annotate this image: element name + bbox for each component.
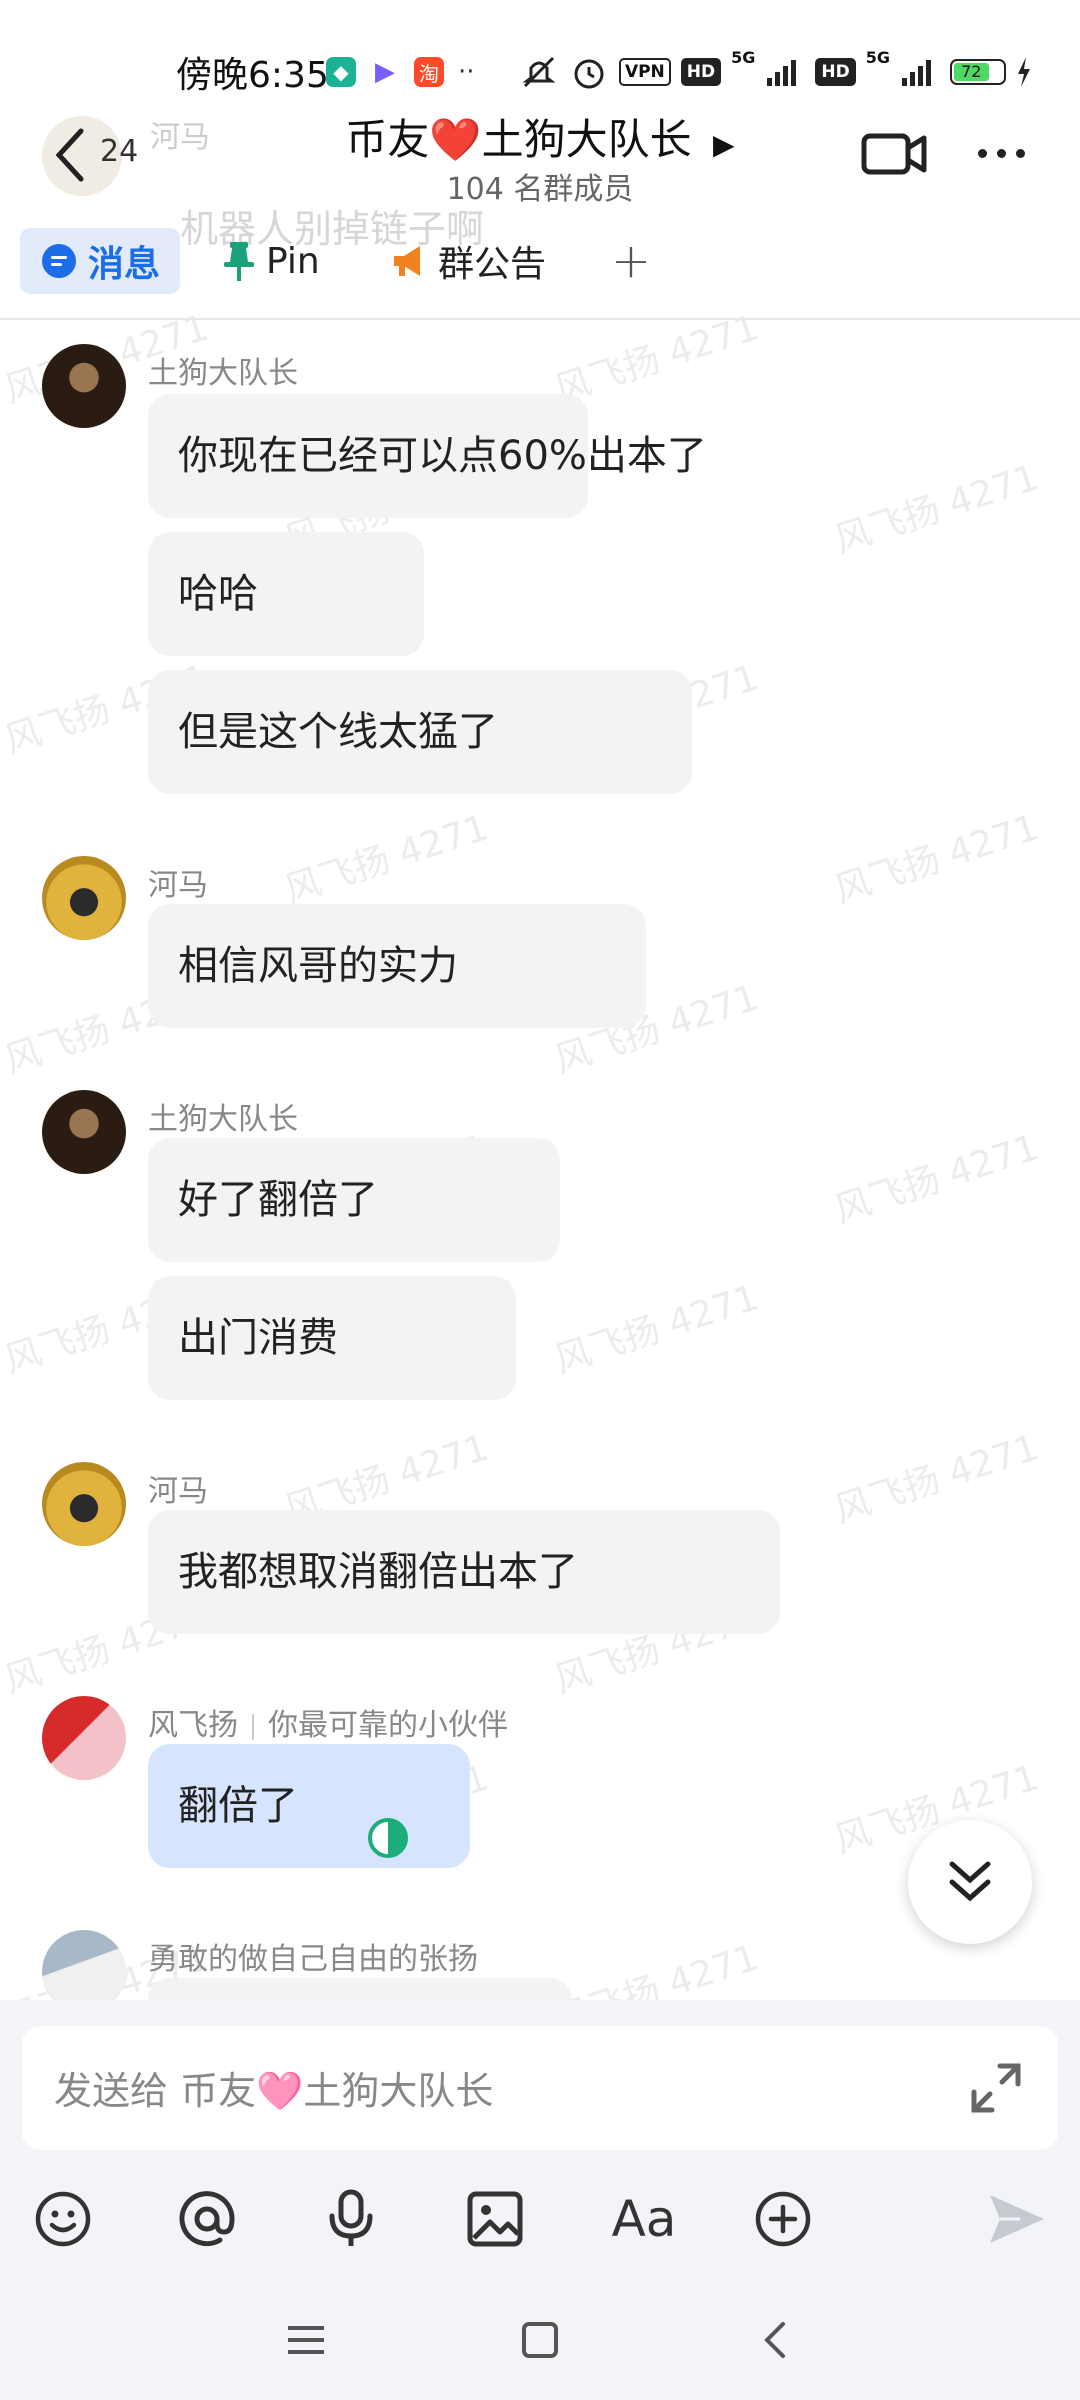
taobao-app-icon: 淘 (414, 57, 444, 87)
pin-icon (224, 242, 254, 281)
sender-name-text: 土狗大队长 (148, 356, 298, 391)
watermark-text: 风飞扬 4271 (829, 807, 1044, 912)
more-options-button[interactable] (978, 138, 1038, 168)
watermark-text: 风飞扬 4271 (829, 457, 1044, 562)
sender-name[interactable]: 河马 (148, 860, 208, 904)
vpn-icon: VPN (618, 58, 671, 86)
mention-button[interactable] (172, 2184, 242, 2254)
tab-announcements-label: 群公告 (438, 244, 547, 285)
sender-name[interactable]: 风飞扬 你最可靠的小伙伴 (148, 1700, 508, 1744)
message-bubble[interactable]: 相信风哥的实力 (148, 904, 646, 1028)
message-bubble[interactable]: 但是这个线太猛了 (148, 670, 692, 794)
text-format-button[interactable]: Aa (602, 2184, 686, 2254)
sender-name[interactable]: 勇敢的做自己自由的张扬 (148, 1934, 478, 1978)
dot (978, 148, 987, 158)
charging-icon (1018, 57, 1030, 87)
watermark-text: 风飞扬 4271 (279, 807, 494, 912)
plus-circle-icon (755, 2191, 811, 2247)
tab-messages[interactable]: 消息 (20, 228, 180, 294)
message-input-placeholder: 发送给 币友🩷土狗大队长 (54, 2069, 494, 2113)
hd-icon: HD (680, 58, 722, 86)
battery-icon: 72 (950, 59, 1006, 85)
message-bubble[interactable]: 你现在已经可以点60%出本了 (148, 394, 707, 518)
microphone-icon (329, 2189, 373, 2246)
status-right-icons: VPN HD 5G HD 5G 72 (519, 48, 1032, 96)
scroll-to-bottom-button[interactable] (908, 1820, 1032, 1944)
message-icon (41, 244, 76, 278)
hd-icon-2: HD (815, 58, 856, 86)
sender-avatar[interactable] (42, 1462, 126, 1546)
watermark-text: 风飞扬 4271 (829, 1427, 1044, 1532)
sender-name-text: 土狗大队长 (148, 1102, 298, 1137)
emoji-icon (35, 2191, 91, 2247)
menu-icon (288, 2326, 324, 2354)
tab-messages-label: 消息 (87, 244, 160, 285)
message-bubble[interactable]: 哈哈 (148, 532, 424, 656)
double-chevron-down-icon (949, 1861, 991, 1902)
dot (1016, 148, 1025, 158)
voice-button[interactable] (316, 2184, 386, 2254)
sender-name[interactable]: 河马 (148, 1466, 208, 1510)
caret-right-icon: ▶ (713, 128, 735, 161)
message-bubble[interactable]: 我都想取消翻倍出本了 (148, 1510, 780, 1634)
tab-pin[interactable]: Pin (222, 228, 320, 294)
sender-avatar[interactable] (42, 1696, 126, 1780)
message-bubble[interactable]: 出门消费 (148, 1276, 516, 1400)
sender-name[interactable]: 土狗大队长 (148, 348, 298, 392)
mention-icon (179, 2191, 235, 2247)
message-bubble-partial[interactable] (148, 1978, 572, 2000)
video-camera-icon (861, 133, 927, 175)
sender-avatar[interactable] (42, 344, 126, 428)
text-format-icon: Aa (611, 2190, 677, 2248)
read-receipt-icon[interactable] (368, 1818, 408, 1858)
sender-avatar[interactable] (42, 1090, 126, 1174)
nav-home-button[interactable] (510, 2310, 570, 2370)
dot (997, 148, 1006, 158)
signal-icon (767, 60, 797, 86)
expand-icon (971, 2063, 1021, 2113)
battery-level: 72 (954, 63, 989, 81)
play-app-icon: ▶ (370, 57, 400, 87)
alarm-icon (574, 59, 604, 89)
mute-icon (522, 56, 556, 88)
more-notifications-icon: ·· (458, 57, 475, 87)
expand-input-button[interactable] (968, 2060, 1024, 2116)
image-icon (467, 2191, 523, 2247)
network-type: 5G (731, 48, 756, 67)
add-tab-button[interactable]: + (606, 228, 656, 294)
emoji-button[interactable] (28, 2184, 98, 2254)
sender-name-text: 河马 (148, 1474, 208, 1509)
sender-avatar[interactable] (42, 856, 126, 940)
status-time: 傍晚6:35 (176, 55, 329, 96)
image-button[interactable] (460, 2184, 530, 2254)
back-triangle-icon (764, 2322, 785, 2358)
watermark-text: 风飞扬 4271 (549, 1277, 764, 1382)
message-bubble[interactable]: 好了翻倍了 (148, 1138, 560, 1262)
video-call-button[interactable] (860, 124, 930, 184)
shield-app-icon: ◆ (326, 57, 356, 87)
send-icon (990, 2195, 1044, 2243)
tab-announcements[interactable]: 群公告 (390, 228, 546, 294)
nav-back-button[interactable] (744, 2310, 804, 2370)
sender-name[interactable]: 土狗大队长 (148, 1094, 298, 1138)
tab-pin-label: Pin (266, 240, 320, 282)
nav-menu-button[interactable] (276, 2310, 336, 2370)
separator (252, 1713, 254, 1740)
sender-name-text: 河马 (148, 868, 208, 903)
header-divider (0, 318, 1080, 320)
sender-title: 你最可靠的小伙伴 (268, 1708, 508, 1743)
message-bubble[interactable]: 翻倍了 (148, 1744, 470, 1868)
more-actions-button[interactable] (748, 2184, 818, 2254)
signal-icon-2 (902, 60, 931, 86)
group-title-text: 币友❤️土狗大队长 (345, 115, 692, 164)
send-button[interactable] (982, 2184, 1052, 2254)
megaphone-icon (394, 246, 420, 276)
network-type-2: 5G (865, 48, 890, 67)
sender-name-text: 勇敢的做自己自由的张扬 (148, 1942, 478, 1977)
home-square-icon (522, 2322, 558, 2358)
sender-name-text: 风飞扬 (148, 1708, 238, 1743)
watermark-text: 风飞扬 4271 (829, 1127, 1044, 1232)
status-app-icons: ◆ ▶ 淘 ·· (326, 52, 475, 92)
